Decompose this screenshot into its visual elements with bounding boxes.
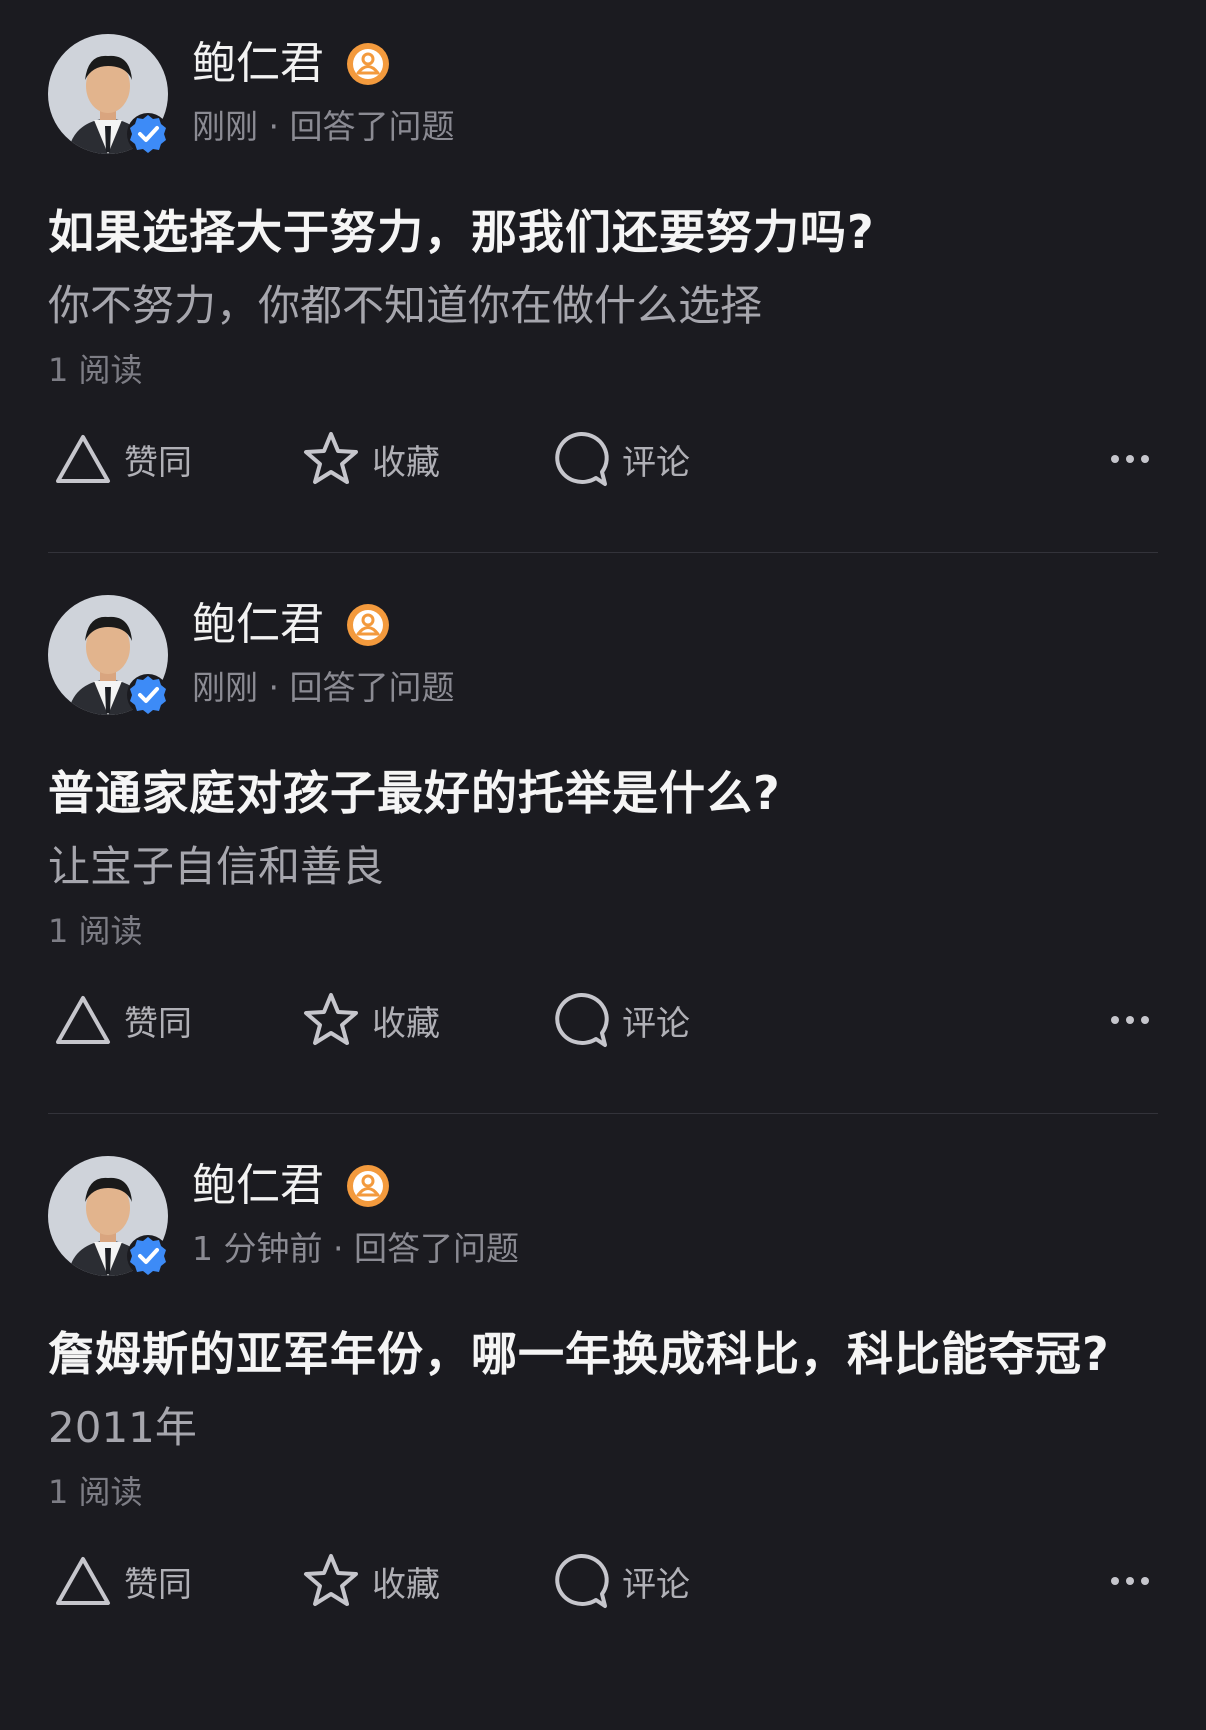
read-count: 1 阅读 [48,912,143,950]
answer-card[interactable]: 鲍仁君 刚刚 · 回答了问题 如果选择大于努力，那我们还要努力吗? 你不努力，你… [48,30,1158,502]
author-row: 鲍仁君 1 分钟前 · 回答了问题 [48,1152,1158,1277]
upvote-triangle-icon [56,435,110,483]
author-row: 鲍仁君 刚刚 · 回答了问题 [48,591,1158,716]
author-name[interactable]: 鲍仁君 [192,38,324,90]
verified-check-icon [127,113,169,155]
avatar[interactable] [48,1156,169,1277]
read-count: 1 阅读 [48,1473,143,1511]
answer-card[interactable]: 鲍仁君 刚刚 · 回答了问题 普通家庭对孩子最好的托举是什么? 让宝子自信和善良… [48,591,1158,1063]
post-meta: 刚刚 · 回答了问题 [192,107,455,146]
more-button[interactable] [1108,977,1152,1063]
more-dots-icon [1111,455,1149,463]
answer-card[interactable]: 鲍仁君 1 分钟前 · 回答了问题 詹姆斯的亚军年份，哪一年换成科比，科比能夺冠… [48,1152,1158,1624]
action-bar: 赞同 收藏 评论 [48,1538,1158,1624]
like-button[interactable]: 赞同 [52,977,192,1063]
collect-button[interactable]: 收藏 [300,977,440,1063]
star-icon [304,993,358,1045]
user-badge-icon[interactable] [346,42,390,86]
post-meta: 刚刚 · 回答了问题 [192,668,455,707]
answer-text[interactable]: 你不努力，你都不知道你在做什么选择 [48,276,1158,336]
more-button[interactable] [1108,416,1152,502]
answer-feed: 鲍仁君 刚刚 · 回答了问题 如果选择大于努力，那我们还要努力吗? 你不努力，你… [0,0,1206,1730]
star-icon [304,1554,358,1606]
like-button[interactable]: 赞同 [52,1538,192,1624]
more-dots-icon [1111,1016,1149,1024]
question-title[interactable]: 詹姆斯的亚军年份，哪一年换成科比，科比能夺冠? [48,1316,1158,1392]
action-bar: 赞同 收藏 评论 [48,416,1158,502]
collect-label: 收藏 [372,442,440,483]
post-meta: 1 分钟前 · 回答了问题 [192,1229,519,1268]
comment-label: 评论 [622,442,690,483]
comment-bubble-icon [555,1553,609,1608]
like-button[interactable]: 赞同 [52,416,192,502]
answer-text[interactable]: 让宝子自信和善良 [48,837,1158,897]
card-divider [48,1113,1158,1114]
avatar[interactable] [48,34,169,155]
avatar[interactable] [48,595,169,716]
card-divider [48,552,1158,553]
collect-label: 收藏 [372,1003,440,1044]
comment-button[interactable]: 评论 [550,977,690,1063]
more-button[interactable] [1108,1538,1152,1624]
user-badge-icon[interactable] [346,1164,390,1208]
question-title[interactable]: 如果选择大于努力，那我们还要努力吗? [48,194,1158,270]
star-icon [304,432,358,484]
answer-text[interactable]: 2011年 [48,1398,1158,1458]
comment-label: 评论 [622,1003,690,1044]
read-count: 1 阅读 [48,351,143,389]
comment-button[interactable]: 评论 [550,416,690,502]
author-name[interactable]: 鲍仁君 [192,599,324,651]
verified-check-icon [127,1235,169,1277]
more-dots-icon [1111,1577,1149,1585]
action-bar: 赞同 收藏 评论 [48,977,1158,1063]
author-row: 鲍仁君 刚刚 · 回答了问题 [48,30,1158,155]
collect-button[interactable]: 收藏 [300,1538,440,1624]
like-label: 赞同 [124,442,192,483]
comment-bubble-icon [555,992,609,1047]
author-name[interactable]: 鲍仁君 [192,1160,324,1212]
comment-bubble-icon [555,431,609,486]
verified-check-icon [127,674,169,716]
comment-button[interactable]: 评论 [550,1538,690,1624]
like-label: 赞同 [124,1564,192,1605]
collect-button[interactable]: 收藏 [300,416,440,502]
upvote-triangle-icon [56,996,110,1044]
collect-label: 收藏 [372,1564,440,1605]
question-title[interactable]: 普通家庭对孩子最好的托举是什么? [48,755,1158,831]
user-badge-icon[interactable] [346,603,390,647]
comment-label: 评论 [622,1564,690,1605]
like-label: 赞同 [124,1003,192,1044]
upvote-triangle-icon [56,1557,110,1605]
